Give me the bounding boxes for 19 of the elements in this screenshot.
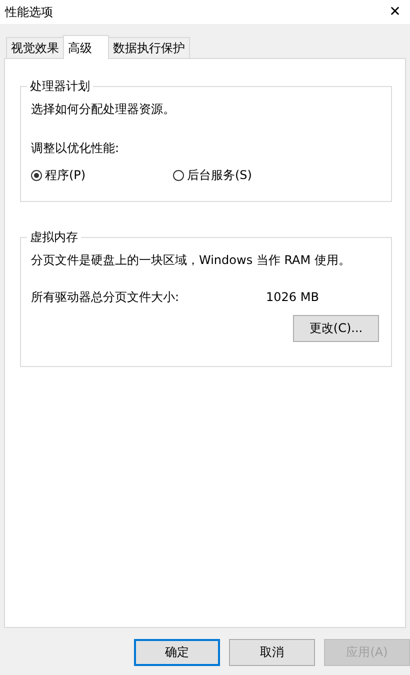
radio-button[interactable] [173, 170, 184, 181]
radio-option[interactable]: 后台服务(S) [173, 167, 315, 184]
tab[interactable]: 视觉效果 [6, 37, 64, 58]
radio-button[interactable] [31, 170, 42, 181]
radio-option[interactable]: 程序(P) [31, 167, 173, 184]
close-button[interactable]: ✕ [380, 0, 410, 24]
total-value: 1026 MB [266, 289, 319, 305]
dialog-button[interactable]: 确定 [134, 639, 220, 666]
group-title: 处理器计划 [27, 79, 93, 94]
tab[interactable]: 高级 [63, 35, 109, 59]
description-text: 分页文件是硬盘上的一块区域，Windows 当作 RAM 使用。 [31, 252, 352, 268]
adjust-label: 调整以优化性能: [31, 140, 120, 156]
change-button[interactable]: 更改(C)... [293, 315, 379, 342]
tab[interactable]: 数据执行保护 [108, 37, 190, 58]
window-title: 性能选项 [5, 4, 53, 20]
dialog-button[interactable]: 取消 [229, 639, 315, 666]
total-label: 所有驱动器总分页文件大小: [31, 289, 180, 305]
group-title: 虚拟内存 [27, 230, 81, 245]
description-text: 选择如何分配处理器资源。 [31, 101, 176, 117]
